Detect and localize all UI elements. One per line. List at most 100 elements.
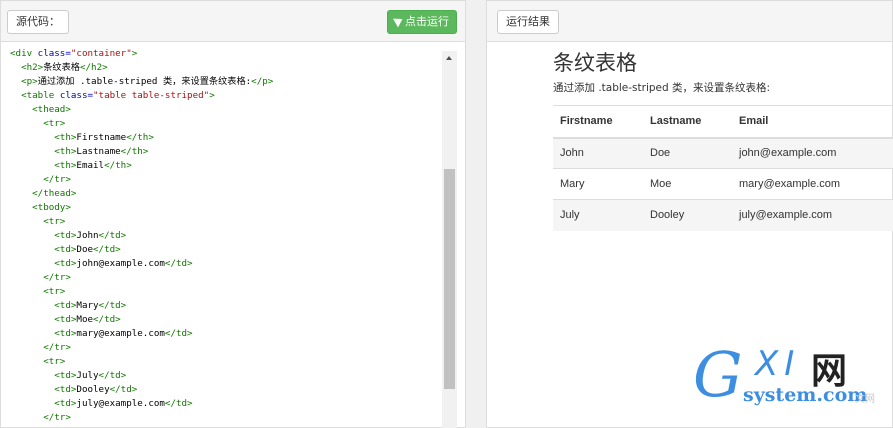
- code-token: <td>: [54, 314, 77, 325]
- code-line: </tr>: [10, 411, 441, 425]
- watermark-logo: G XI 网 system.com 文网: [693, 340, 893, 428]
- code-token: </tr>: [43, 412, 71, 423]
- code-token: </td>: [93, 314, 121, 325]
- code-line: <p>通过添加 .table-striped 类，来设置条纹表格:</p>: [10, 75, 441, 89]
- code-token: 条纹表格: [43, 62, 80, 73]
- source-code-button[interactable]: 源代码：: [7, 10, 69, 34]
- scroll-up-arrow-icon[interactable]: [446, 56, 452, 60]
- table-header-cell: Email: [732, 105, 893, 139]
- code-line: <h2>条纹表格</h2>: [10, 61, 441, 75]
- code-token: </td>: [164, 398, 193, 409]
- table-row: John Doe john@example.com: [553, 137, 893, 169]
- code-token: </td>: [98, 300, 127, 311]
- code-line: <td>Dooley</td>: [10, 383, 441, 397]
- code-line: </tr>: [10, 341, 441, 355]
- table-cell: Doe: [643, 137, 732, 169]
- code-token: <td>: [54, 398, 77, 409]
- code-token: </thead>: [32, 188, 77, 199]
- code-token: July: [76, 370, 99, 381]
- code-token: John: [76, 230, 99, 241]
- code-line: <tr>: [10, 285, 441, 299]
- code-token: </td>: [164, 328, 193, 339]
- code-token: Moe: [76, 314, 94, 325]
- code-token: Doe: [76, 244, 94, 255]
- code-line: </tr>: [10, 173, 441, 187]
- source-panel: 源代码： 点击运行 <div class="container"> <h2>条纹…: [0, 0, 466, 428]
- striped-table: Firstname Lastname Email John Doe john@e…: [553, 105, 893, 231]
- code-token: <th>: [54, 146, 77, 157]
- code-line: <td>July</td>: [10, 369, 441, 383]
- code-token: <tr>: [43, 216, 66, 227]
- table-header-cell: Firstname: [553, 105, 643, 139]
- code-token: july@example.com: [76, 398, 165, 409]
- code-token: </tr>: [43, 174, 71, 185]
- table-row: Mary Moe mary@example.com: [553, 168, 893, 200]
- run-button[interactable]: 点击运行: [387, 10, 457, 34]
- code-token: class=: [59, 90, 94, 101]
- table-cell: john@example.com: [732, 137, 893, 169]
- code-token: </th>: [104, 160, 132, 171]
- code-token: </td>: [93, 244, 121, 255]
- table-header-row: Firstname Lastname Email: [553, 105, 893, 139]
- code-editor[interactable]: <div class="container"> <h2>条纹表格</h2> <p…: [1, 43, 441, 428]
- send-icon: [393, 14, 405, 28]
- code-token: </p>: [251, 76, 274, 87]
- code-token: <div: [10, 48, 38, 59]
- code-token: "container": [70, 48, 132, 59]
- code-token: Email: [76, 160, 105, 171]
- preview-title: 条纹表格: [553, 51, 637, 75]
- code-line: <thead>: [10, 103, 441, 117]
- code-token: </th>: [126, 132, 154, 143]
- code-token: class=: [37, 48, 71, 59]
- watermark-domain: system.com: [743, 384, 868, 406]
- code-line: <td>Mary</td>: [10, 299, 441, 313]
- code-line: <table class="table table-striped">: [10, 89, 441, 103]
- code-scrollbar[interactable]: [442, 51, 457, 428]
- table-cell: Dooley: [643, 199, 732, 231]
- run-button-label: 点击运行: [405, 15, 449, 28]
- code-line: <tr>: [10, 215, 441, 229]
- code-line: <tbody>: [10, 201, 441, 215]
- code-token: <td>: [54, 300, 77, 311]
- table-cell: july@example.com: [732, 199, 893, 231]
- code-token: <td>: [54, 230, 77, 241]
- code-line: <th>Firstname</th>: [10, 131, 441, 145]
- app-root: 源代码： 点击运行 <div class="container"> <h2>条纹…: [0, 0, 893, 428]
- code-line: <th>Lastname</th>: [10, 145, 441, 159]
- run-result-button[interactable]: 运行结果: [497, 10, 559, 34]
- code-token: </td>: [109, 384, 138, 395]
- code-token: <td>: [54, 244, 77, 255]
- code-line: </thead>: [10, 187, 441, 201]
- code-token: <th>: [54, 160, 77, 171]
- code-token: </tr>: [43, 272, 71, 283]
- table-cell: July: [553, 199, 643, 231]
- table-cell: John: [553, 137, 643, 169]
- preview-description: 通过添加 .table-striped 类，来设置条纹表格:: [553, 82, 771, 94]
- code-line: <div class="container">: [10, 47, 441, 61]
- code-token: Firstname: [76, 132, 127, 143]
- scroll-thumb[interactable]: [444, 169, 455, 389]
- code-token: </td>: [98, 370, 127, 381]
- code-token: Dooley: [76, 384, 110, 395]
- code-token: mary@example.com: [76, 328, 165, 339]
- result-panel-header: 运行结果: [487, 1, 892, 42]
- code-line: <tr>: [10, 355, 441, 369]
- code-token: <tr>: [43, 118, 66, 129]
- code-token: "table table-striped": [93, 90, 210, 101]
- code-token: <th>: [54, 132, 77, 143]
- code-line: <td>Moe</td>: [10, 313, 441, 327]
